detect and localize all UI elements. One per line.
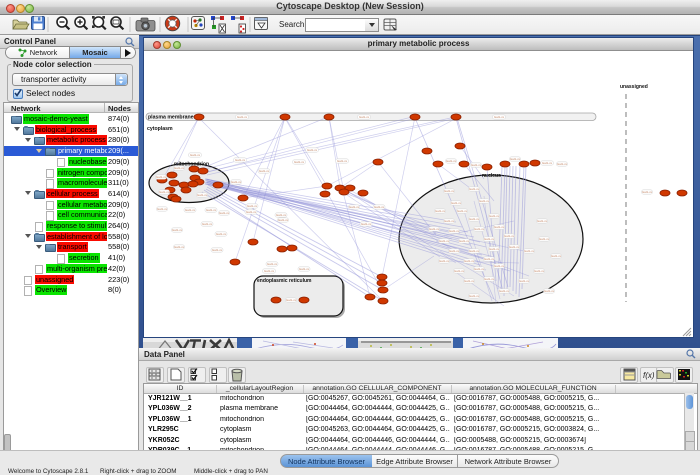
svg-text:Gal1-xx: Gal1-xx [504,234,515,238]
svg-text:Gal1-xx: Gal1-xx [510,157,521,161]
svg-text:Gal1-xx: Gal1-xx [494,264,505,268]
svg-text:Gal1-xx: Gal1-xx [642,190,653,194]
svg-text:Gal1-xx: Gal1-xx [349,205,360,209]
svg-text:Gal1-xx: Gal1-xx [429,227,440,231]
svg-text:Gal1-xx: Gal1-xx [454,269,465,273]
svg-text:Gal1-xx: Gal1-xx [435,209,446,213]
svg-text:Gal1-xx: Gal1-xx [459,239,470,243]
svg-text:Gal1-xx: Gal1-xx [451,201,462,205]
svg-text:Gal1-xx: Gal1-xx [539,237,550,241]
svg-text:Gal1-xx: Gal1-xx [286,298,297,302]
svg-text:Gal1-xx: Gal1-xx [524,249,535,253]
svg-text:endoplasmic reticulum: endoplasmic reticulum [257,278,312,284]
svg-text:Gal1-xx: Gal1-xx [235,158,246,162]
svg-text:Gal1-xx: Gal1-xx [359,115,370,119]
svg-text:Gal1-xx: Gal1-xx [484,237,495,241]
svg-text:Gal1-xx: Gal1-xx [259,169,270,173]
svg-text:Gal1-xx: Gal1-xx [449,249,460,253]
svg-text:Gal1-xx: Gal1-xx [509,245,520,249]
svg-text:Gal1-xx: Gal1-xx [159,190,170,194]
svg-text:Gal1-xx: Gal1-xx [464,279,475,283]
svg-text:unassigned: unassigned [620,84,648,90]
svg-text:Gal1-xx: Gal1-xx [231,180,242,184]
svg-text:Gal1-xx: Gal1-xx [446,159,457,163]
svg-text:Gal1-xx: Gal1-xx [489,214,500,218]
svg-text:Gal1-xx: Gal1-xx [464,259,475,263]
svg-text:Gal1-xx: Gal1-xx [557,162,568,166]
svg-text:Gal1-xx: Gal1-xx [494,225,505,229]
svg-text:Gal1-xx: Gal1-xx [469,187,480,191]
svg-text:Gal1-xx: Gal1-xx [469,294,480,298]
svg-text:Gal1-xx: Gal1-xx [337,159,348,163]
svg-text:Gal1-xx: Gal1-xx [174,245,185,249]
svg-text:Gal1-xx: Gal1-xx [157,207,168,211]
svg-text:Gal1-xx: Gal1-xx [246,210,257,214]
svg-text:Gal1-xx: Gal1-xx [471,163,482,167]
svg-text:Gal1-xx: Gal1-xx [519,279,530,283]
svg-text:Gal1-xx: Gal1-xx [484,277,495,281]
svg-text:Gal1-xx: Gal1-xx [299,267,310,271]
svg-text:cytoplasm: cytoplasm [147,126,173,132]
svg-text:Gal1-xx: Gal1-xx [474,267,485,271]
svg-text:Gal1-xx: Gal1-xx [216,232,227,236]
svg-text:Gal1-xx: Gal1-xx [307,148,318,152]
svg-text:Gal1-xx: Gal1-xx [484,257,495,261]
svg-text:Gal1-xx: Gal1-xx [537,219,548,223]
svg-text:Gal1-xx: Gal1-xx [489,247,500,251]
svg-text:Gal1-xx: Gal1-xx [212,248,223,252]
svg-text:Gal1-xx: Gal1-xx [276,213,287,217]
svg-text:Gal1-xx: Gal1-xx [449,229,460,233]
svg-text:Gal1-xx: Gal1-xx [551,254,562,258]
svg-text:Gal1-xx: Gal1-xx [294,160,305,164]
svg-text:Gal1-xx: Gal1-xx [172,228,183,232]
svg-text:plasma membrane: plasma membrane [148,115,194,121]
svg-text:Gal1-xx: Gal1-xx [439,259,450,263]
svg-text:nucleus: nucleus [482,173,501,179]
svg-text:Gal1-xx: Gal1-xx [202,222,213,226]
svg-text:Gal1-xx: Gal1-xx [499,289,510,293]
svg-text:Gal1-xx: Gal1-xx [247,204,258,208]
svg-text:Gal1-xx: Gal1-xx [479,199,490,203]
svg-text:Gal1-xx: Gal1-xx [185,208,196,212]
svg-text:Gal1-xx: Gal1-xx [444,219,455,223]
svg-text:Gal1-xx: Gal1-xx [542,161,553,165]
svg-text:Gal1-xx: Gal1-xx [190,153,201,157]
svg-text:Gal1-xx: Gal1-xx [444,189,455,193]
svg-text:Gal1-xx: Gal1-xx [361,222,372,226]
svg-text:Gal1-xx: Gal1-xx [278,218,289,222]
svg-text:Gal1-xx: Gal1-xx [544,289,555,293]
svg-text:Gal1-xx: Gal1-xx [264,269,275,273]
svg-text:Gal1-xx: Gal1-xx [494,115,505,119]
svg-text:Gal1-xx: Gal1-xx [174,166,185,170]
svg-text:Gal1-xx: Gal1-xx [219,211,230,215]
svg-text:Gal1-xx: Gal1-xx [469,217,480,221]
svg-text:Gal1-xx: Gal1-xx [374,205,385,209]
svg-text:Gal1-xx: Gal1-xx [474,227,485,231]
svg-text:Gal1-xx: Gal1-xx [156,175,167,179]
svg-text:Gal1-xx: Gal1-xx [469,249,480,253]
svg-text:Gal1-xx: Gal1-xx [439,239,450,243]
svg-text:Gal1-xx: Gal1-xx [457,209,468,213]
svg-text:Gal1-xx: Gal1-xx [206,208,217,212]
svg-text:Gal1-xx: Gal1-xx [267,262,278,266]
svg-text:f(x): f(x) [643,371,655,380]
svg-text:Gal1-xx: Gal1-xx [534,269,545,273]
svg-text:Gal1-xx: Gal1-xx [237,115,248,119]
svg-text:Gal1-xx: Gal1-xx [197,193,208,197]
